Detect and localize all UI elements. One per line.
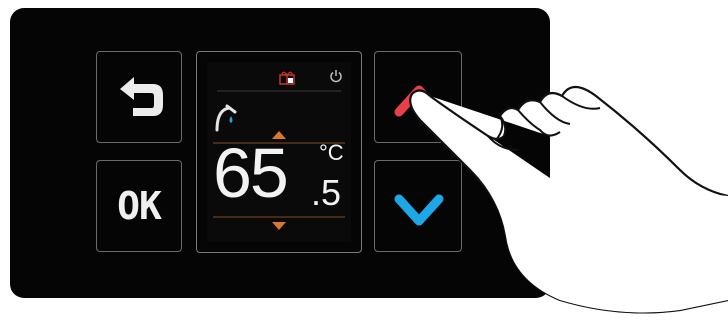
pointing-hand-illustration <box>409 85 728 314</box>
